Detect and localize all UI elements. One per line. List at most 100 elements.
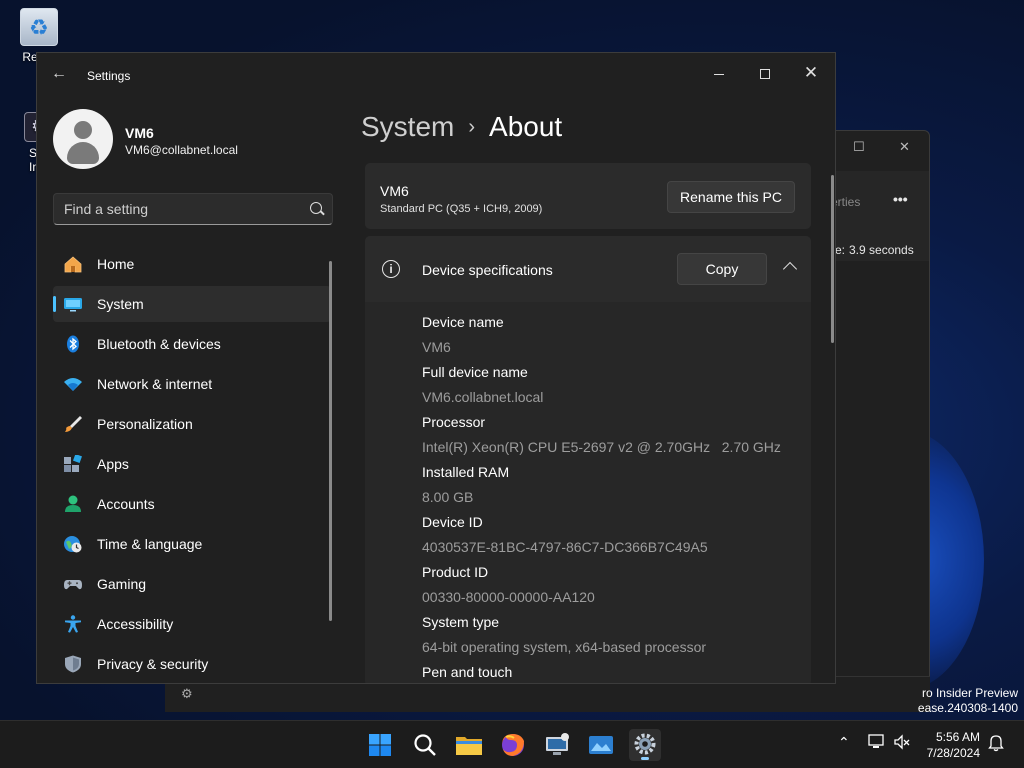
volume-muted-icon[interactable] (893, 733, 911, 754)
avatar (53, 109, 113, 169)
spec-row: System type 64-bit operating system, x64… (422, 614, 802, 664)
brush-icon (63, 415, 83, 433)
content-scrollbar[interactable] (831, 175, 834, 343)
sidebar-item-home[interactable]: Home (53, 246, 331, 282)
firefox-icon (502, 734, 524, 756)
sidebar-item-bluetooth[interactable]: Bluetooth & devices (53, 326, 331, 362)
close-icon[interactable]: ✕ (899, 139, 910, 155)
breadcrumb: System › About (361, 111, 562, 143)
spec-label: Product ID (422, 564, 489, 580)
search-box[interactable] (53, 193, 333, 225)
spec-label: Device ID (422, 514, 483, 530)
taskbar-clock[interactable]: 5:56 AM 7/28/2024 (927, 729, 980, 761)
more-icon[interactable]: ••• (893, 191, 908, 207)
close-button[interactable]: ✕ (791, 59, 831, 87)
taskbar-file-explorer[interactable] (453, 729, 485, 761)
sidebar-item-label: System (97, 296, 144, 312)
minimize-icon (714, 73, 724, 75)
clock-date: 7/28/2024 (926, 746, 980, 760)
windows-logo-icon (369, 734, 391, 756)
chevron-up-icon[interactable] (782, 261, 798, 277)
spec-value: 00330-80000-00000-AA120 (422, 589, 595, 605)
gear-icon[interactable]: ⚙ (181, 686, 193, 702)
watermark-line: ease.240308-1400 (917, 701, 1018, 715)
taskbar-app-image[interactable] (585, 729, 617, 761)
spec-value: Intel(R) Xeon(R) CPU E5-2697 v2 @ 2.70GH… (422, 439, 781, 455)
start-button[interactable] (364, 729, 396, 761)
recycle-bin-icon (20, 8, 58, 46)
sidebar-item-label: Apps (97, 456, 129, 472)
sidebar-item-accounts[interactable]: Accounts (53, 486, 331, 522)
sidebar-item-label: Bluetooth & devices (97, 336, 221, 352)
section-title: Device specifications (422, 262, 553, 278)
sidebar-item-label: Gaming (97, 576, 147, 592)
pc-model: Standard PC (Q35 + ICH9, 2009) (380, 203, 543, 215)
sidebar-item-label: Accessibility (97, 616, 174, 632)
taskbar-network-tool[interactable] (541, 729, 573, 761)
apps-icon (63, 454, 83, 473)
sidebar-item-label: Personalization (97, 416, 193, 432)
settings-gear-icon (634, 733, 656, 755)
sidebar-item-apps[interactable]: Apps (53, 446, 331, 482)
network-tray-icon[interactable] (868, 733, 886, 754)
copy-button[interactable]: Copy (677, 253, 767, 285)
accessibility-icon (63, 615, 83, 633)
duration-prefix: e: (835, 243, 846, 257)
system-icon (63, 295, 83, 313)
search-input[interactable] (54, 194, 332, 224)
taskbar-search-button[interactable] (409, 729, 441, 761)
wifi-icon (63, 375, 83, 393)
sidebar-nav: Home System Bluetooth & devices Network … (53, 246, 331, 683)
sidebar-item-system[interactable]: System (53, 286, 331, 322)
search-icon[interactable] (310, 202, 322, 214)
app-title: Settings (87, 69, 131, 83)
shield-icon (63, 655, 83, 673)
device-specifications-header[interactable]: i Device specifications Copy (365, 236, 811, 302)
rename-pc-button[interactable]: Rename this PC (667, 181, 795, 213)
clock-time: 5:56 AM (935, 730, 980, 744)
spec-row: Processor Intel(R) Xeon(R) CPU E5-2697 v… (422, 414, 802, 464)
taskbar-firefox[interactable] (497, 729, 529, 761)
sidebar-item-label: Privacy & security (97, 656, 209, 672)
pc-name: VM6 (380, 183, 409, 199)
chevron-up-icon[interactable]: ⌃ (838, 734, 850, 751)
sidebar-item-time-language[interactable]: Time & language (53, 526, 331, 562)
sidebar-item-gaming[interactable]: Gaming (53, 566, 331, 602)
image-app-icon (589, 736, 613, 754)
avatar-body (67, 142, 99, 164)
sidebar-scrollbar[interactable] (329, 261, 332, 621)
notification-bell-icon[interactable] (988, 734, 1004, 755)
taskbar-settings[interactable] (629, 729, 661, 761)
spec-label: Processor (422, 414, 486, 430)
sidebar-item-label: Home (97, 256, 135, 272)
spec-value: 8.00 GB (422, 489, 474, 505)
user-name: VM6 (125, 125, 154, 141)
info-icon: i (382, 260, 400, 278)
account-icon (63, 495, 83, 513)
spec-value: 64-bit operating system, x64-based proce… (422, 639, 707, 655)
sidebar-item-accessibility[interactable]: Accessibility (53, 606, 331, 642)
maximize-icon[interactable]: ☐ (853, 139, 865, 155)
clock-globe-icon (63, 535, 83, 553)
gamepad-icon (63, 575, 83, 593)
back-arrow-icon[interactable]: ← (51, 65, 71, 83)
minimize-button[interactable] (699, 59, 739, 87)
home-icon (63, 255, 83, 273)
spec-value: VM6 (422, 339, 451, 355)
spec-row: Pen and touch (422, 664, 802, 683)
maximize-button[interactable] (745, 59, 785, 87)
sidebar-item-network[interactable]: Network & internet (53, 366, 331, 402)
title-bar[interactable]: ← Settings ✕ (37, 53, 835, 93)
spec-label: System type (422, 614, 500, 630)
spec-row: Device name VM6 (422, 314, 802, 364)
sidebar-item-personalization[interactable]: Personalization (53, 406, 331, 442)
sidebar-item-privacy-security[interactable]: Privacy & security (53, 646, 331, 682)
spec-list: Device name VM6 Full device name VM6.col… (422, 314, 802, 683)
page-title: About (489, 111, 563, 142)
user-email: VM6@collabnet.local (125, 143, 238, 157)
avatar-head (74, 121, 92, 139)
maximize-icon (760, 69, 770, 80)
search-icon (414, 734, 436, 756)
sidebar-item-label: Time & language (97, 536, 203, 552)
breadcrumb-parent[interactable]: System (361, 111, 454, 142)
